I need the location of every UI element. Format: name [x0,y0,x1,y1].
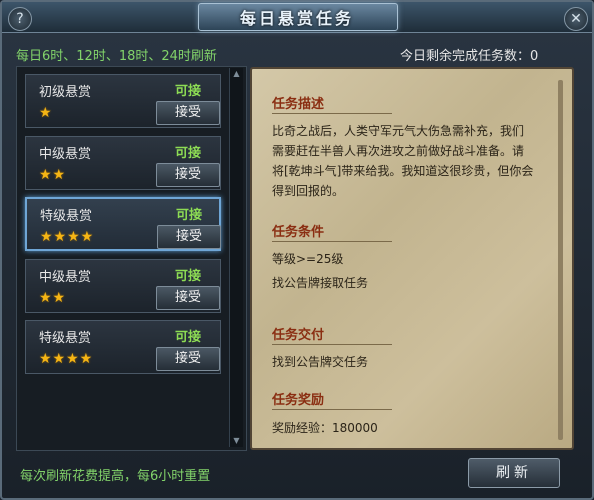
submission-heading: 任务交付 [272,324,392,345]
task-card[interactable]: 特级悬赏 可接 ★★★★ 接受 [25,320,221,374]
task-name: 中级悬赏 [39,270,92,285]
condition-level: 等级>=25级 [272,252,344,266]
star-rating-icon: ★★ [39,167,67,183]
task-name: 中级悬赏 [39,147,92,162]
task-detail-panel: 任务描述 比奇之战后，人类守军元气大伤急需补充，我们需要赶在半兽人再次进攻之前做… [250,67,574,450]
submission-text: 找到公告牌交任务 [272,355,369,369]
refresh-button[interactable]: 刷新 [468,458,560,488]
task-list-scrollbar[interactable]: ▲ ▼ [229,68,243,447]
refresh-schedule-note: 每日6时、12时、18时、24时刷新 [16,49,217,64]
star-rating-icon: ★★★★ [39,351,94,367]
accept-button[interactable]: 接受 [156,286,220,310]
star-rating-icon: ★ [39,105,53,121]
condition-source: 找公告牌接取任务 [272,276,369,290]
task-status: 可接 [175,269,202,284]
description-heading: 任务描述 [272,93,392,114]
conditions-heading: 任务条件 [272,221,392,242]
remaining-count: 今日剩余完成任务数：0 [400,45,538,64]
star-rating-icon: ★★ [39,290,67,306]
task-status: 可接 [176,208,203,223]
task-name: 特级悬赏 [40,209,93,224]
task-card[interactable]: 初级悬赏 可接 ★ 接受 [25,74,221,128]
refresh-cost-note: 每次刷新花费提高，每6小时重置 [20,469,211,484]
scroll-down-icon[interactable]: ▼ [230,435,243,447]
scroll-up-icon[interactable]: ▲ [230,68,243,80]
accept-button[interactable]: 接受 [157,225,221,249]
reward-heading: 任务奖励 [272,389,392,410]
reward-text: 奖励经验：180000 [272,421,378,435]
task-name: 特级悬赏 [39,331,92,346]
remaining-value: 0 [530,49,539,64]
accept-button[interactable]: 接受 [156,163,220,187]
task-name: 初级悬赏 [39,85,92,100]
detail-scrollbar[interactable] [558,80,563,440]
accept-button[interactable]: 接受 [156,347,220,371]
remaining-label: 今日剩余完成任务数： [400,49,531,64]
task-status: 可接 [175,146,202,161]
task-status: 可接 [175,330,202,345]
window-title: 每日悬赏任务 [239,9,354,28]
task-card-selected[interactable]: 特级悬赏 可接 ★★★★ 接受 [25,197,221,251]
task-card[interactable]: 中级悬赏 可接 ★★ 接受 [25,136,221,190]
description-text: 比奇之战后，人类守军元气大伤急需补充，我们需要赶在半兽人再次进攻之前做好战斗准备… [272,124,534,198]
accept-button[interactable]: 接受 [156,101,220,125]
help-icon[interactable]: ? [8,7,32,31]
task-status: 可接 [175,84,202,99]
star-rating-icon: ★★★★ [40,229,95,245]
task-list-panel: 初级悬赏 可接 ★ 接受 中级悬赏 可接 ★★ 接受 特级悬赏 可接 ★★★★ … [16,66,247,451]
close-icon[interactable]: ✕ [564,7,588,31]
task-card[interactable]: 中级悬赏 可接 ★★ 接受 [25,259,221,313]
